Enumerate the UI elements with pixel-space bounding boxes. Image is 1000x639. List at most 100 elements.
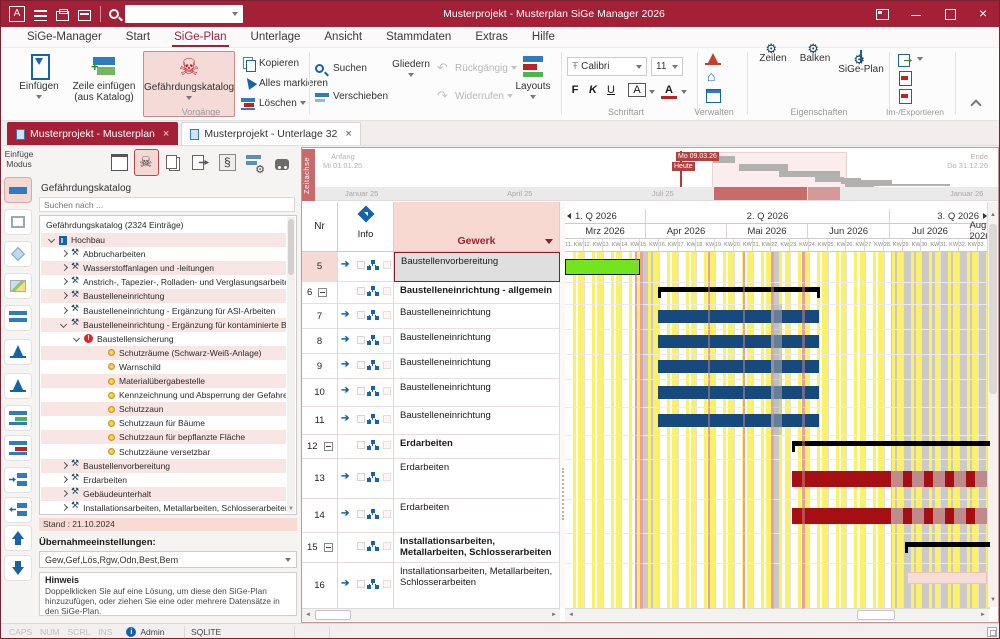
doc-tab-musterprojekt-unterlage-32[interactable]: Musterprojekt - Unterlage 32× <box>181 122 361 145</box>
chevron-down-icon[interactable] <box>681 90 687 94</box>
catalog-tool-copy[interactable] <box>161 149 186 176</box>
chevron-right-icon[interactable] <box>61 308 67 314</box>
doc-tab-musterprojekt-musterplan[interactable]: Musterprojekt - Musterplan× <box>7 122 178 145</box>
chevron-right-icon[interactable] <box>61 491 67 497</box>
week-header[interactable]: 12. KW <box>584 239 603 252</box>
week-header[interactable]: 27. KW <box>865 239 884 252</box>
assignment-icon[interactable] <box>371 472 375 476</box>
row-nr-cell[interactable]: 15 <box>302 533 338 563</box>
catalog-tool-paragraph[interactable] <box>215 149 240 176</box>
month-header[interactable]: Mrz 2026 <box>565 224 646 239</box>
catalog-tool-skull[interactable] <box>134 149 159 176</box>
week-header[interactable]: 24. KW <box>809 239 828 252</box>
calendar-manage-icon[interactable] <box>705 88 721 103</box>
week-header[interactable]: 17. KW <box>678 239 697 252</box>
week-header[interactable]: 13. KW <box>603 239 622 252</box>
verschieben-button[interactable]: Verschieben <box>315 86 385 106</box>
strip-button-cone-check[interactable] <box>4 339 32 365</box>
row-nr-cell[interactable]: 16 <box>302 563 338 609</box>
tree-item-warnschild[interactable]: Warnschild <box>41 360 286 374</box>
blue-task-bar[interactable] <box>658 360 819 373</box>
chevron-right-icon[interactable] <box>61 279 67 285</box>
row-gewerk-cell[interactable]: Erdarbeiten <box>394 435 560 459</box>
underline-button[interactable]: U <box>603 84 619 96</box>
kopieren-button[interactable]: Kopieren <box>241 53 307 73</box>
column-header-nr[interactable]: Nr <box>302 202 338 252</box>
checkbox-icon[interactable] <box>357 580 365 588</box>
week-header[interactable]: 30. KW <box>921 239 940 252</box>
blue-task-bar[interactable] <box>658 386 819 399</box>
assignment-icon[interactable] <box>371 286 375 290</box>
row-gewerk-cell[interactable]: Baustellenvorbereitung <box>394 252 560 282</box>
tree-item-schutzräume-schwarz-weiß-anlage-[interactable]: Schutzräume (Schwarz-Weiß-Anlage) <box>41 346 286 360</box>
catalog-tool-bars-gear[interactable] <box>242 149 267 176</box>
link-arrow-icon[interactable]: ➔ <box>341 578 349 589</box>
zeitachse-tab[interactable]: Zeitachse <box>302 149 315 201</box>
assignment-icon[interactable] <box>371 541 375 545</box>
link-arrow-icon[interactable]: ➔ <box>341 385 349 396</box>
week-header[interactable]: 25. KW <box>828 239 847 252</box>
print-icon[interactable] <box>56 11 69 21</box>
row-gewerk-cell[interactable]: Installationsarbeiten, Metallarbeiten, S… <box>394 563 560 609</box>
catalog-search-input[interactable] <box>39 197 295 212</box>
tree-item-schutzzaun-für-bäume[interactable]: Schutzzaun für Bäume <box>41 416 286 430</box>
tree-item-wasserstoffanlagen-und-leitungen[interactable]: Wasserstoffanlagen und -leitungen <box>41 261 286 275</box>
row-nr-cell[interactable]: 7 <box>302 304 338 329</box>
row-gewerk-cell[interactable]: Baustelleneinrichtung <box>394 329 560 354</box>
sort-icon[interactable] <box>545 239 553 244</box>
tree-item-schutzzäune-versetzbar[interactable]: Schutzzäune versetzbar <box>41 445 286 459</box>
layout-toggle-icon[interactable] <box>865 1 899 27</box>
menu-item-ansicht[interactable]: Ansicht <box>312 29 374 45</box>
chevron-right-icon[interactable] <box>61 293 67 299</box>
column-header-gewerk[interactable]: Gewerk <box>394 202 560 252</box>
week-header[interactable]: 21. KW <box>753 239 772 252</box>
checkbox-icon[interactable] <box>357 441 365 449</box>
tree-item-baustelleneinrichtung-ergänzung-für-kontaminierte-böden[interactable]: Baustelleneinrichtung - Ergänzung für ko… <box>41 318 286 332</box>
checkbox-icon[interactable] <box>357 473 365 481</box>
row-gewerk-cell[interactable]: Baustelleneinrichtung <box>394 407 560 435</box>
week-header[interactable]: 29. KW <box>903 239 922 252</box>
zeilen-button[interactable]: Zeilen <box>753 51 793 64</box>
strip-button-diamond[interactable] <box>4 241 32 267</box>
blue-task-bar[interactable] <box>658 414 819 427</box>
save-icon[interactable] <box>78 10 91 21</box>
chevron-down-icon[interactable] <box>232 12 238 16</box>
menu-item-extras[interactable]: Extras <box>463 29 520 45</box>
layouts-button[interactable]: Layouts <box>509 51 557 103</box>
scrollbar-thumb[interactable] <box>857 610 895 620</box>
chevron-down-icon[interactable] <box>917 57 923 61</box>
menu-item-start[interactable]: Start <box>114 29 162 45</box>
tree-item-schutzzaun-für-bepflanzte-fläche[interactable]: Schutzzaun für bepflanzte Fläche <box>41 430 286 444</box>
row-nr-cell[interactable]: 13 <box>302 459 338 499</box>
assignment-icon[interactable] <box>371 335 375 339</box>
tree-item-baustellensicherung[interactable]: !Baustellensicherung <box>41 332 286 346</box>
widerrufen-button[interactable]: Widerrufen <box>437 86 509 106</box>
tree-item-anstrich-tapezier-rolladen-und-verglasungsarbeiten[interactable]: Anstrich-, Tapezier-, Rolladen- und Verg… <box>41 275 286 289</box>
tree-item-gebäudeunterhalt[interactable]: Gebäudeunterhalt <box>41 487 286 501</box>
highlight-color-button[interactable]: A <box>629 84 645 96</box>
close-icon[interactable]: × <box>163 128 169 140</box>
scrollbar-thumb[interactable] <box>315 610 351 620</box>
menu-item-unterlage[interactable]: Unterlage <box>239 29 313 45</box>
tree-item-hochbau[interactable]: Hochbau <box>41 233 286 247</box>
strip-button-cone[interactable] <box>4 373 32 399</box>
summary-bar[interactable] <box>905 542 990 547</box>
strip-button-arrow-down[interactable] <box>4 555 32 581</box>
chevron-right-icon[interactable] <box>61 463 67 469</box>
tree-scrollbar[interactable]: ▼ <box>287 217 295 513</box>
checkbox-icon[interactable] <box>357 287 365 295</box>
summary-bar[interactable] <box>658 287 820 292</box>
bold-button[interactable]: F <box>567 84 583 96</box>
zeile-einfuegen-button[interactable]: Zeile einfügen(aus Katalog) <box>67 51 141 103</box>
close-icon[interactable]: × <box>345 128 351 140</box>
timeline-overview[interactable]: AnfangMi 01.01.25EndeDo 31.12.26Mo 09.03… <box>315 149 998 201</box>
resize-grip-icon[interactable] <box>987 627 997 637</box>
font-color-button[interactable]: A <box>661 84 677 99</box>
catalog-tool-export[interactable] <box>188 149 213 176</box>
tree-item-abbrucharbeiten[interactable]: Abbrucharbeiten <box>41 247 286 261</box>
link-arrow-icon[interactable]: ➔ <box>341 471 349 482</box>
font-name-select[interactable]: ŦCalibri <box>567 57 647 76</box>
catalog-tool-robot[interactable] <box>269 149 294 176</box>
uebernahme-select[interactable]: Gew,Gef,Lös,Rgw,Odn,Best,Bem <box>39 551 297 568</box>
week-header[interactable]: 22. KW <box>771 239 790 252</box>
